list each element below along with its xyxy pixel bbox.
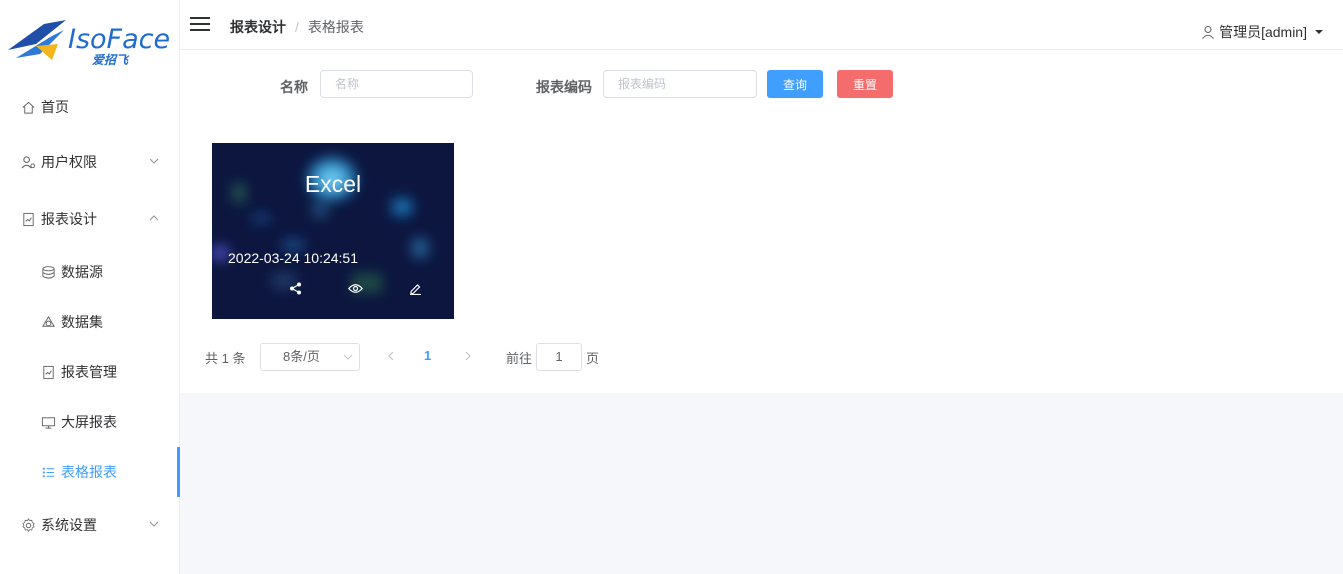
sidebar-item-label: 用户权限 — [41, 154, 97, 170]
share-icon[interactable] — [287, 280, 303, 296]
sidebar-item-dataset[interactable]: 数据集 — [0, 302, 180, 342]
sidebar-item-label: 首页 — [41, 99, 69, 115]
breadcrumb-item-current: 表格报表 — [307, 19, 364, 35]
page-size-value: 8条/页 — [283, 349, 320, 364]
user-menu[interactable]: 管理员[admin] — [1201, 22, 1327, 42]
chevron-down-icon — [149, 521, 159, 527]
sidebar-item-label: 大屏报表 — [61, 414, 117, 430]
chevron-down-icon — [149, 158, 159, 164]
breadcrumb-separator: / — [295, 19, 299, 35]
list-icon — [40, 464, 56, 480]
chevron-up-icon — [149, 215, 159, 221]
breadcrumb-item-report-design[interactable]: 报表设计 — [230, 17, 286, 37]
monitor-icon — [40, 414, 56, 430]
edit-icon[interactable] — [407, 280, 423, 296]
user-icon — [20, 154, 36, 170]
database-icon — [40, 264, 56, 280]
svg-text:IsoFace: IsoFace — [68, 24, 170, 55]
home-icon — [20, 99, 36, 115]
sidebar-item-label: 报表设计 — [41, 211, 97, 227]
report-card[interactable]: Excel 2022-03-24 10:24:51 — [212, 143, 454, 319]
sidebar-item-report-management[interactable]: 报表管理 — [0, 352, 180, 392]
sidebar-item-label: 数据源 — [61, 264, 103, 280]
page-size-select[interactable]: 8条/页 — [260, 343, 360, 371]
goto-label: 前往 — [506, 351, 533, 366]
sidebar-item-label: 数据集 — [61, 314, 103, 330]
sidebar-item-home[interactable]: 首页 — [0, 87, 180, 127]
reset-button[interactable]: 重置 — [837, 70, 893, 98]
sidebar-item-datasource[interactable]: 数据源 — [0, 252, 180, 292]
caret-down-icon — [1315, 30, 1323, 34]
sidebar-item-user-permissions[interactable]: 用户权限 — [0, 142, 180, 182]
brand-logo[interactable]: IsoFace 爱招飞 — [6, 14, 176, 70]
card-title: Excel — [304, 171, 362, 197]
report-code-input[interactable]: 报表编码 — [603, 70, 757, 98]
report-doc-icon — [20, 211, 36, 227]
user-icon — [1202, 26, 1214, 39]
sidebar-item-label: 系统设置 — [41, 517, 97, 533]
gear-icon — [20, 517, 36, 533]
query-button[interactable]: 查询 — [767, 70, 823, 98]
sidebar-item-label: 表格报表 — [61, 464, 117, 480]
sidebar-item-dashboard-report[interactable]: 大屏报表 — [0, 402, 180, 442]
dataset-icon — [40, 314, 56, 330]
name-input[interactable]: 名称 — [320, 70, 473, 98]
sidebar-item-label: 报表管理 — [61, 364, 117, 380]
sidebar: IsoFace 爱招飞 首页 用户权限 报表设计 数据源 数据集 报表管理 大屏… — [0, 0, 180, 574]
report-code-label: 报表编码 — [536, 79, 592, 95]
breadcrumb: 报表设计 / 表格报表 — [230, 17, 364, 37]
sidebar-item-table-report[interactable]: 表格报表 — [0, 447, 180, 497]
svg-text:爱招飞: 爱招飞 — [92, 53, 130, 67]
report-doc-icon — [40, 364, 56, 380]
sidebar-item-report-design[interactable]: 报表设计 — [0, 199, 180, 239]
hamburger-menu-icon[interactable] — [190, 15, 210, 33]
top-navbar: 报表设计 / 表格报表 管理员[admin] — [180, 0, 1343, 50]
pagination-total: 共 1 条 — [205, 351, 246, 366]
sidebar-item-system-settings[interactable]: 系统设置 — [0, 505, 180, 545]
next-page-button[interactable] — [462, 348, 474, 364]
card-date: 2022-03-24 10:24:51 — [228, 250, 358, 266]
preview-eye-icon[interactable] — [347, 280, 363, 296]
name-label: 名称 — [280, 79, 308, 95]
page-suffix-label: 页 — [586, 351, 600, 366]
main-content: 名称 名称 报表编码 报表编码 查询 重置 Excel 2022-03-24 1… — [180, 50, 1343, 393]
user-name: 管理员[admin] — [1219, 24, 1307, 40]
goto-page-input[interactable]: 1 — [536, 343, 582, 371]
chevron-down-icon — [343, 354, 353, 360]
prev-page-button[interactable] — [385, 348, 397, 364]
current-page-number[interactable]: 1 — [424, 348, 431, 363]
